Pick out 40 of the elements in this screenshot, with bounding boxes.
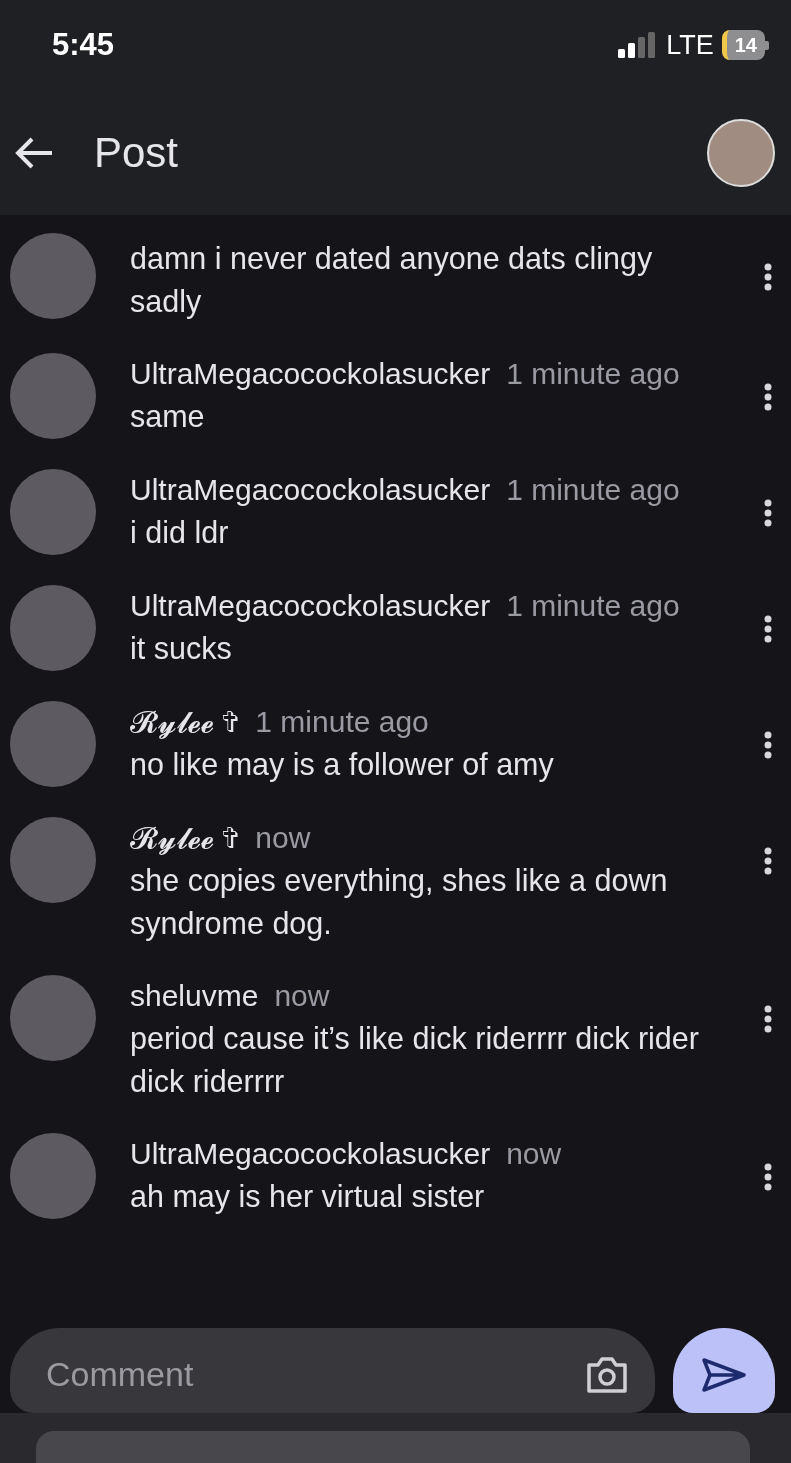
timestamp: 1 minute ago bbox=[506, 472, 680, 508]
send-button[interactable] bbox=[673, 1328, 775, 1413]
page-title: Post bbox=[94, 128, 179, 178]
timestamp: now bbox=[506, 1136, 562, 1172]
comment-text: period cause it’s like dick riderrrr dick rider dick riderrrr bbox=[130, 1020, 700, 1100]
username[interactable]: 𝓡𝔂𝓵𝓮𝓮 ✞ bbox=[130, 703, 240, 741]
comment-text: no like may is a follower of amy bbox=[130, 746, 555, 784]
timestamp: 1 minute ago bbox=[255, 704, 429, 740]
comment-text: it sucks bbox=[130, 630, 233, 667]
comment-text: same bbox=[130, 398, 206, 435]
comment-text: i did ldr bbox=[130, 514, 230, 551]
more-options-icon[interactable] bbox=[764, 383, 772, 411]
comment-field[interactable]: Comment bbox=[44, 1348, 585, 1401]
username[interactable]: UltraMegacocockolasucker bbox=[130, 1135, 491, 1173]
more-options-icon[interactable] bbox=[764, 1005, 772, 1033]
camera-icon[interactable] bbox=[585, 1355, 629, 1394]
username[interactable]: UltraMegacocockolasucker bbox=[130, 587, 491, 625]
comment-bar[interactable]: Comment bbox=[10, 1328, 655, 1413]
username[interactable]: UltraMegacocockolasucker bbox=[130, 355, 491, 393]
comment-text: damn i never dated anyone dats clingy sadly bbox=[130, 240, 654, 321]
back-icon[interactable] bbox=[14, 135, 54, 170]
username[interactable]: UltraMegacocockolasucker bbox=[130, 471, 491, 509]
timestamp: 1 minute ago bbox=[506, 588, 680, 624]
status-time: 5:45 bbox=[52, 25, 115, 64]
timestamp: 1 minute ago bbox=[506, 356, 680, 392]
timestamp: now bbox=[274, 978, 330, 1014]
network-label: LTE bbox=[666, 28, 714, 62]
more-options-icon[interactable] bbox=[764, 615, 772, 643]
comment-text: ah may is her virtual sister bbox=[130, 1178, 486, 1216]
battery-level: 14 bbox=[721, 30, 765, 60]
more-options-icon[interactable] bbox=[764, 263, 772, 291]
username[interactable]: 𝓡𝔂𝓵𝓮𝓮 ✞ bbox=[130, 819, 240, 857]
more-options-icon[interactable] bbox=[764, 731, 772, 759]
more-options-icon[interactable] bbox=[764, 1163, 772, 1191]
send-icon bbox=[701, 1357, 747, 1393]
username[interactable]: sheluvme bbox=[130, 977, 259, 1015]
comment-text: she copies everything, shes like a down syndrome dog. bbox=[130, 862, 669, 943]
more-options-icon[interactable] bbox=[764, 847, 772, 875]
timestamp: now bbox=[255, 820, 311, 856]
more-options-icon[interactable] bbox=[764, 499, 772, 527]
